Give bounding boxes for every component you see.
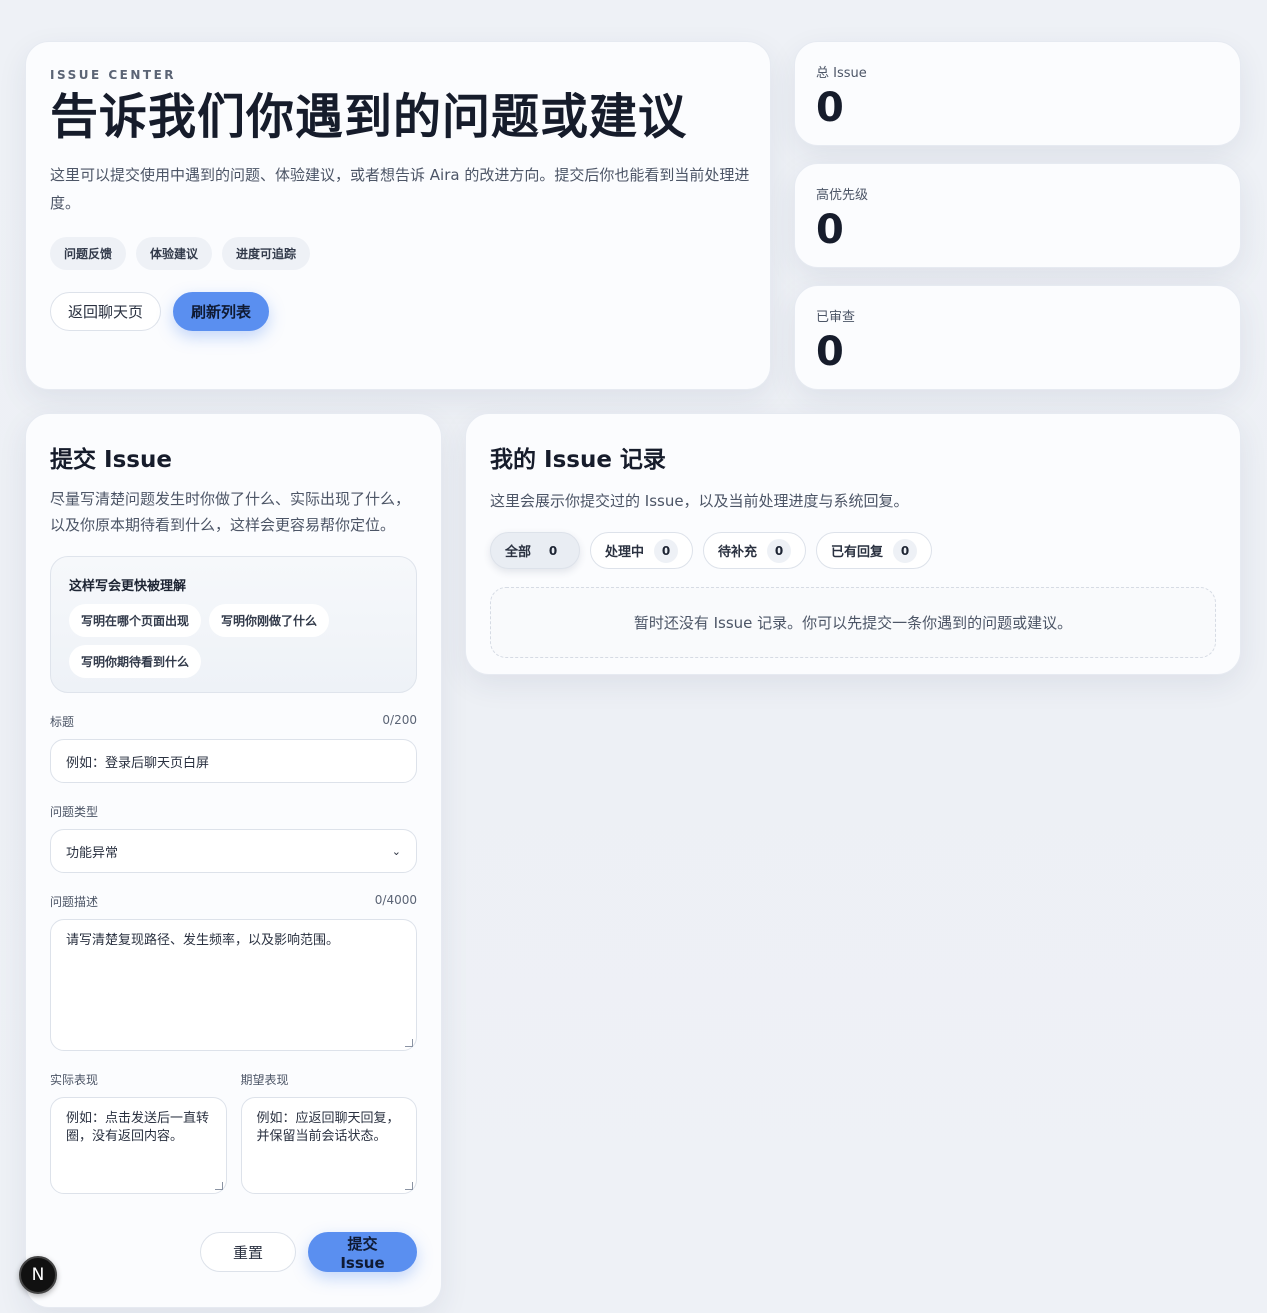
tip-page: 写明在哪个页面出现 (69, 604, 202, 637)
title-placeholder: 例如：登录后聊天页白屏 (66, 755, 210, 771)
writing-tips-box: 这样写会更快被理解 写明在哪个页面出现 写明你刚做了什么 写明你期待看到什么 (50, 556, 417, 693)
reset-button[interactable]: 重置 (200, 1232, 296, 1272)
back-to-chat-button[interactable]: 返回聊天页 (50, 292, 162, 332)
resize-handle-icon[interactable] (405, 1182, 413, 1190)
stat-reviewed: 已审查 0 (794, 285, 1241, 390)
description-textarea[interactable]: 请写清楚复现路径、发生频率，以及影响范围。 (50, 919, 417, 1051)
filter-all[interactable]: 全部 0 (490, 532, 581, 569)
title-input[interactable]: 例如：登录后聊天页白屏 (50, 739, 417, 783)
title-label: 标题 (50, 715, 75, 729)
eyebrow: ISSUE CENTER (50, 68, 176, 82)
actual-behavior-textarea[interactable]: 例如：点击发送后一直转圈，没有返回内容。 (50, 1097, 227, 1194)
expected-behavior-textarea[interactable]: 例如：应返回聊天回复，并保留当前会话状态。 (240, 1097, 417, 1194)
nextjs-devtools-icon[interactable]: N (19, 1256, 57, 1294)
filter-label: 待补充 (718, 545, 758, 560)
stat-value: 0 (816, 207, 844, 253)
expected-label: 期望表现 (240, 1073, 289, 1087)
page-title: 告诉我们你遇到的问题或建议 (50, 89, 688, 145)
stat-total-issues: 总 Issue 0 (794, 41, 1241, 146)
description-label: 问题描述 (50, 895, 99, 909)
tag-suggestion: 体验建议 (136, 237, 213, 271)
stat-high-priority: 高优先级 0 (794, 163, 1241, 268)
filter-in-progress[interactable]: 处理中 0 (590, 532, 694, 569)
stat-value: 0 (816, 329, 844, 375)
hero-card: ISSUE CENTER 告诉我们你遇到的问题或建议 这里可以提交使用中遇到的问… (25, 41, 771, 390)
submit-issue-button[interactable]: 提交 Issue (308, 1232, 417, 1272)
chevron-down-icon: ⌄ (391, 844, 401, 858)
resize-handle-icon[interactable] (214, 1182, 223, 1190)
filter-label: 已有回复 (831, 545, 884, 560)
expected-placeholder: 例如：应返回聊天回复，并保留当前会话状态。 (256, 1111, 400, 1144)
filter-count: 0 (654, 538, 679, 563)
description-counter: 0/4000 (374, 893, 417, 907)
filter-needs-info[interactable]: 待补充 0 (703, 532, 807, 569)
actual-label: 实际表现 (50, 1073, 99, 1087)
issue-records-card: 我的 Issue 记录 这里会展示你提交过的 Issue，以及当前处理进度与系统… (465, 413, 1241, 675)
refresh-list-button[interactable]: 刷新列表 (173, 292, 270, 332)
records-description: 这里会展示你提交过的 Issue，以及当前处理进度与系统回复。 (490, 492, 909, 510)
hero-tags: 问题反馈 体验建议 进度可追踪 (50, 237, 746, 271)
issue-type-value: 功能异常 (66, 845, 119, 861)
tag-feedback: 问题反馈 (50, 237, 127, 271)
page-description: 这里可以提交使用中遇到的问题、体验建议，或者想告诉 Aira 的改进方向。提交后… (50, 166, 750, 213)
filter-count: 0 (893, 538, 918, 563)
actual-placeholder: 例如：点击发送后一直转圈，没有返回内容。 (66, 1111, 210, 1144)
empty-state: 暂时还没有 Issue 记录。你可以先提交一条你遇到的问题或建议。 (490, 587, 1216, 658)
tips-title: 这样写会更快被理解 (69, 579, 187, 594)
filter-label: 处理中 (605, 545, 645, 560)
tip-expectation: 写明你期待看到什么 (69, 645, 202, 678)
resize-handle-icon[interactable] (405, 1039, 413, 1047)
stat-label: 高优先级 (816, 188, 869, 203)
submit-title: 提交 Issue (50, 447, 172, 473)
tip-action: 写明你刚做了什么 (209, 604, 330, 637)
status-filters: 全部 0 处理中 0 待补充 0 已有回复 0 (490, 532, 1216, 569)
tag-tracking: 进度可追踪 (222, 237, 311, 271)
stat-value: 0 (816, 85, 844, 131)
filter-replied[interactable]: 已有回复 0 (816, 532, 933, 569)
type-label: 问题类型 (50, 805, 99, 819)
stat-label: 总 Issue (816, 66, 867, 81)
filter-count: 0 (767, 538, 792, 563)
description-placeholder: 请写清楚复现路径、发生频率，以及影响范围。 (66, 933, 340, 948)
submit-issue-card: 提交 Issue 尽量写清楚问题发生时你做了什么、实际出现了什么，以及你原本期待… (25, 413, 442, 1308)
submit-description: 尽量写清楚问题发生时你做了什么、实际出现了什么，以及你原本期待看到什么，这样会更… (50, 490, 411, 534)
issue-type-select[interactable]: 功能异常 ⌄ (50, 829, 417, 873)
stat-label: 已审查 (816, 310, 856, 325)
filter-count: 0 (548, 543, 558, 558)
records-title: 我的 Issue 记录 (490, 447, 666, 473)
filter-label: 全部 (505, 545, 532, 560)
title-counter: 0/200 (382, 713, 417, 727)
